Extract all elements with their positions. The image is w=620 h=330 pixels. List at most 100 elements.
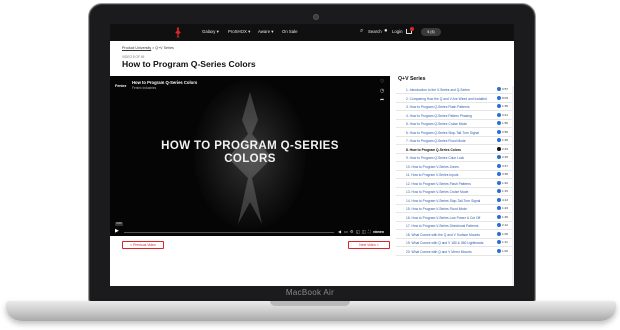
playlist-item-label: 7. How to Program Q-Series Flood Mode <box>406 139 466 143</box>
device-model-label: MacBook Air <box>285 288 335 297</box>
share-icon[interactable]: ➦ <box>380 98 384 103</box>
playlist-item[interactable]: 10. How to Program V-Series Zones 3:47 <box>396 163 514 171</box>
fullscreen-icon[interactable]: ⛶ <box>368 229 371 234</box>
playlist-item[interactable]: 20. What Comes with Q and V Mirror Mount… <box>396 248 514 256</box>
playlist-item-duration: 1:23 <box>497 206 508 211</box>
video-title-overlay: HOW TO PROGRAM Q-SERIES COLORS <box>110 140 390 166</box>
playlist-item-duration: 1:00 <box>497 249 508 254</box>
playlist-item-label: 1. Introduction to the V-Series and Q-Se… <box>406 88 470 92</box>
search-link[interactable]: Search <box>368 29 382 34</box>
playlist-item[interactable]: 16. How to Program V-Series Low Power & … <box>396 214 514 222</box>
playlist-item[interactable]: 7. How to Program Q-Series Flood Mode 1:2… <box>396 137 514 145</box>
playlist-item-duration: 2:12 <box>497 223 508 228</box>
playlist-item-duration: 1:35 <box>497 104 508 109</box>
search-icon[interactable]: ⌕ <box>360 28 363 34</box>
laptop-frame: Galaxy ▾ ProSHOX ▾ Aware ▾ On Sale ⌕ Sea… <box>0 0 620 330</box>
playlist-item[interactable]: 17. How to Program V-Series Directional … <box>396 222 514 230</box>
play-icon[interactable]: ▶ <box>115 229 119 234</box>
playlist-item[interactable]: 18. What Comes with the Q and V Surface … <box>396 231 514 239</box>
playlist-item-duration: 1:25 <box>497 138 508 143</box>
playlist-item-duration: 3:35 <box>497 172 508 177</box>
laptop-opening-notch <box>270 301 350 306</box>
playlist-item-label: 14. How to Program V-Series Stop-Tail-Tu… <box>406 198 481 203</box>
video-title-line-2: COLORS <box>224 153 276 165</box>
playlist-item-duration: 2:15 <box>497 155 508 160</box>
brand-logo-icon[interactable] <box>172 26 184 39</box>
playlist-item-label: 9. How to Program Q-Series Color Lock <box>406 156 465 160</box>
nav-item-proshox[interactable]: ProSHOX ▾ <box>228 29 250 35</box>
playlist-item-label: 15. How to Program V-Series Flood Mode <box>406 207 468 211</box>
progress-bar[interactable] <box>124 231 334 233</box>
playlist-item[interactable]: 1. Introduction to the V-Series and Q-Se… <box>396 86 514 94</box>
pip-icon[interactable]: ◱ <box>356 229 360 234</box>
heart-icon[interactable]: ♡ <box>380 80 384 85</box>
playlist-item-label: 10. How to Program V-Series Zones <box>406 164 459 169</box>
playlist-item-duration: 1:42 <box>497 181 508 186</box>
playlist-item-duration: 1:56 <box>497 121 508 126</box>
browser-viewport: Galaxy ▾ ProSHOX ▾ Aware ▾ On Sale ⌕ Sea… <box>110 24 514 286</box>
settings-icon[interactable]: ⚙ <box>350 229 354 234</box>
player-channel-name[interactable]: Feniex Industries <box>132 86 156 90</box>
playlist-item-label: 13. How to Program V-Series Cruise Mode <box>406 190 469 194</box>
vimeo-logo[interactable]: vimeo <box>373 230 384 234</box>
playback-time: 0:00 <box>115 222 123 226</box>
playlist-item-label: 2. Comparing How the Q and V Are Wired a… <box>406 96 487 101</box>
playlist-item[interactable]: 15. How to Program V-Series Flood Mode 1:… <box>396 205 514 213</box>
breadcrumb-parent[interactable]: Product University <box>122 46 151 50</box>
player-video-title[interactable]: How to Program Q-Series Colors <box>132 80 197 85</box>
playlist-item-label: 20. What Comes with Q and V Mirror Mount… <box>406 249 472 254</box>
playlist-item[interactable]: 9. How to Program Q-Series Color Lock 2:1… <box>396 154 514 162</box>
cart-badge <box>410 27 414 31</box>
breadcrumb-current: Q+V Series <box>155 46 174 50</box>
playlist-item-label: 16. How to Program V-Series Low Power & … <box>406 215 481 220</box>
nav-item-on-sale[interactable]: On Sale <box>282 29 298 34</box>
playlist-item[interactable]: 13. How to Program V-Series Cruise Mode 1… <box>396 188 514 196</box>
next-video-button[interactable]: Next Video > <box>348 241 390 249</box>
breadcrumb: Product University > Q+V Series <box>122 46 174 50</box>
playlist-item-duration: 3:57 <box>497 87 508 92</box>
login-link[interactable]: Login <box>392 29 403 34</box>
playlist-item-label: 12. How to Program V-Series Flash Patter… <box>406 181 471 186</box>
playlist-item[interactable]: 6. How to Program Q-Series Stop-Tail-Tur… <box>396 129 514 137</box>
currency-selector[interactable]: $ ($) <box>421 28 441 36</box>
volume-icon[interactable]: ◀ <box>338 229 341 234</box>
playlist-item-label: 11. How to Program V-Series Inputs <box>406 173 459 177</box>
playlist-item-label: 4. How to Program Q-Series Pattern Phasi… <box>406 113 472 118</box>
playlist-item-label: 17. How to Program V-Series Directional … <box>406 224 479 228</box>
player-brand-label: Feniex <box>115 84 127 88</box>
playlist-item[interactable]: 14. How to Program V-Series Stop-Tail-Tu… <box>396 197 514 205</box>
playlist-item-duration: 1:15 <box>497 189 508 194</box>
cast-icon[interactable]: ◫ <box>362 229 366 234</box>
nav-item-galaxy[interactable]: Galaxy ▾ <box>202 29 219 35</box>
playlist-item-label: 5. How to Program Q-Series Cruise Mode <box>406 122 468 126</box>
playlist-title: Q+V Series <box>398 76 426 82</box>
playlist-item-duration: 3:41 <box>497 113 508 118</box>
webcam <box>313 14 319 20</box>
captions-icon[interactable]: ▭ <box>344 229 348 234</box>
playlist-item-label: 19. What Comes with Q and V 180 & 360 Li… <box>406 241 484 245</box>
top-navigation: Galaxy ▾ ProSHOX ▾ Aware ▾ On Sale ⌕ Sea… <box>110 24 514 41</box>
playlist-item[interactable]: 12. How to Program V-Series Flash Patter… <box>396 180 514 188</box>
playlist-scrollbar[interactable] <box>512 86 514 286</box>
playlist-item-duration: 2:55 <box>497 130 508 135</box>
clock-icon[interactable]: ◷ <box>380 89 384 94</box>
page-title: How to Program Q-Series Colors <box>122 59 256 69</box>
previous-video-button[interactable]: < Previous Video <box>122 241 164 249</box>
playlist-item-label: 8. How to Program Q-Series Colors <box>406 147 461 152</box>
playlist-item-label: 18. What Comes with the Q and V Surface … <box>406 232 480 237</box>
video-player[interactable]: Feniex How to Program Q-Series Colors Fe… <box>110 76 390 236</box>
playlist-item[interactable]: 19. What Comes with Q and V 180 & 360 Li… <box>396 239 514 247</box>
playlist-item[interactable]: 11. How to Program V-Series Inputs 3:35 <box>396 171 514 179</box>
user-icon[interactable]: ● <box>384 28 388 34</box>
playlist-item-duration: 3:47 <box>497 164 508 169</box>
player-controls: ▶ ◀ ▭ ⚙ ◱ ◫ ⛶ vimeo <box>110 228 390 236</box>
playlist-item[interactable]: 2. Comparing How the Q and V Are Wired a… <box>396 95 514 103</box>
playlist-item[interactable]: 5. How to Program Q-Series Cruise Mode 1:… <box>396 120 514 128</box>
playlist-item-duration: 1:06 <box>497 232 508 237</box>
playlist-item-duration: 8:03 <box>497 96 508 101</box>
playlist-item[interactable]: 3. How to Program Q-Series Flash Pattern… <box>396 103 514 111</box>
nav-item-aware[interactable]: Aware ▾ <box>258 29 273 35</box>
playlist-item[interactable]: 4. How to Program Q-Series Pattern Phasi… <box>396 112 514 120</box>
playlist-item-duration: 1:11 <box>497 240 508 245</box>
playlist-item[interactable]: 8. How to Program Q-Series Colors 2:34 <box>396 146 514 154</box>
